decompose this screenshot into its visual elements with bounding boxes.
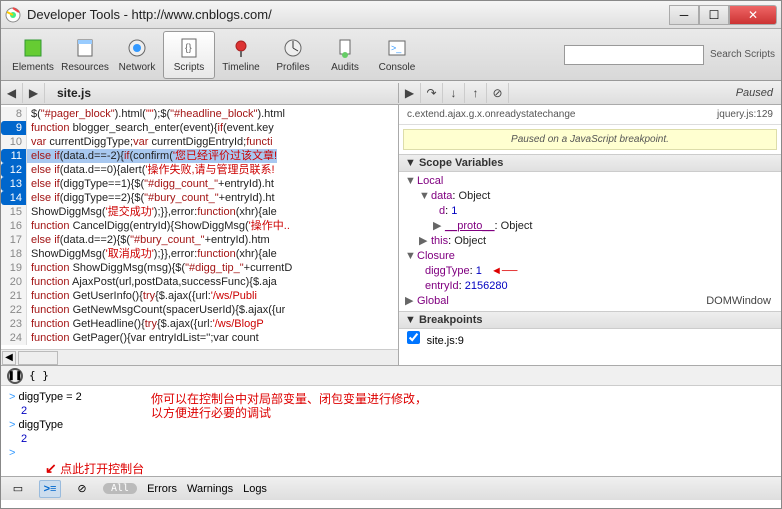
main-toolbar: Elements Resources Network {}Scripts Tim… (1, 29, 781, 81)
code-line[interactable]: 12else if(data.d==0){alert('操作失败,请与管理员联系… (1, 163, 398, 177)
code-line[interactable]: 10var currentDiggType;var currentDiggEnt… (1, 135, 398, 149)
show-console-button[interactable]: >≡ (39, 480, 61, 498)
code-line[interactable]: 22function GetNewMsgCount(spacerUserId){… (1, 303, 398, 317)
open-console-annotation: ↙ 点此打开控制台 (45, 461, 144, 476)
deactivate-breakpoints-button[interactable]: ⊘ (487, 83, 509, 103)
filter-all[interactable]: All (103, 483, 137, 494)
code-line[interactable]: 16function CancelDigg(entryId){ShowDiggM… (1, 219, 398, 233)
console-annotation: 你可以在控制台中对局部变量、闭包变量进行修改， 以方便进行必要的调试 (151, 392, 427, 420)
clear-button[interactable]: ⊘ (71, 480, 93, 498)
tab-resources[interactable]: Resources (59, 31, 111, 79)
scope-var-entryid[interactable]: entryId: 2156280 (399, 279, 781, 294)
scroll-left-icon[interactable]: ◀ (2, 351, 16, 365)
search-input[interactable] (564, 45, 704, 65)
code-line[interactable]: 18ShowDiggMsg('取消成功');}},error:function(… (1, 247, 398, 261)
filter-logs[interactable]: Logs (243, 483, 267, 495)
tab-profiles[interactable]: Profiles (267, 31, 319, 79)
scope-variables-header[interactable]: ▼ Scope Variables (399, 154, 781, 172)
paused-label: Paused (736, 87, 781, 99)
right-panel: c.extend.ajax.g.x.onreadystatechange jqu… (399, 105, 781, 365)
tab-scripts[interactable]: {}Scripts (163, 31, 215, 79)
code-line[interactable]: 20function AjaxPost(url,postData,success… (1, 275, 398, 289)
tab-elements[interactable]: Elements (7, 31, 59, 79)
code-line[interactable]: 8$("#pager_block").html("");$("#headline… (1, 107, 398, 121)
filter-errors[interactable]: Errors (147, 483, 177, 495)
maximize-button[interactable]: ☐ (699, 5, 729, 25)
step-into-button[interactable]: ↓ (443, 83, 465, 103)
tab-network[interactable]: Network (111, 31, 163, 79)
code-line[interactable]: 24function GetPager(){var entryIdList=''… (1, 331, 398, 345)
window-title: Developer Tools - http://www.cnblogs.com… (27, 7, 669, 22)
window-titlebar: Developer Tools - http://www.cnblogs.com… (1, 1, 781, 29)
nav-back-button[interactable]: ◀ (1, 83, 23, 103)
code-line[interactable]: 21function GetUserInfo(){try{$.ajax({url… (1, 289, 398, 303)
code-line[interactable]: 15ShowDiggMsg('提交成功');}},error:function(… (1, 205, 398, 219)
horizontal-scrollbar[interactable]: ◀ (1, 349, 398, 365)
scope-local[interactable]: ▼Local (399, 174, 781, 189)
scope-var-d[interactable]: d: 1 (399, 204, 781, 219)
dock-button[interactable]: ▭ (7, 480, 29, 498)
red-arrow-annotation: ◄── (488, 264, 518, 279)
code-line[interactable]: 9function blogger_search_enter(event){if… (1, 121, 398, 135)
source-subbar: ◀ ▶ site.js ▶ ↷ ↓ ↑ ⊘ Paused (1, 81, 781, 105)
nav-forward-button[interactable]: ▶ (23, 83, 45, 103)
call-stack-breadcrumb[interactable]: c.extend.ajax.g.x.onreadystatechange jqu… (399, 105, 781, 125)
braces-icon[interactable]: { } (29, 369, 49, 382)
filter-warnings[interactable]: Warnings (187, 483, 233, 495)
breakpoint-checkbox[interactable] (407, 331, 420, 344)
chrome-icon (5, 7, 21, 23)
minimize-button[interactable]: ─ (669, 5, 699, 25)
step-out-button[interactable]: ↑ (465, 83, 487, 103)
close-button[interactable]: ✕ (729, 5, 777, 25)
file-selector[interactable]: site.js (45, 86, 103, 100)
scope-var-data[interactable]: ▼data: Object (399, 189, 781, 204)
status-bar: ▭ >≡ ⊘ All Errors Warnings Logs (1, 476, 781, 500)
console-body[interactable]: > diggType = 2 2 > diggType 2 > 你可以在控制台中… (1, 386, 781, 476)
scroll-thumb[interactable] (18, 351, 58, 365)
code-line[interactable]: 11else if(data.d==-2){if(confirm('您已经评价过… (1, 149, 398, 163)
tab-console[interactable]: >_Console (371, 31, 423, 79)
code-line[interactable]: 14else if(diggType==2){$("#bury_count_"+… (1, 191, 398, 205)
code-line[interactable]: 23function GetHeadline(){try{$.ajax({url… (1, 317, 398, 331)
console-panel: ❚❚ { } > diggType = 2 2 > diggType 2 > 你… (1, 365, 781, 476)
tab-timeline[interactable]: Timeline (215, 31, 267, 79)
breakpoints-header[interactable]: ▼ Breakpoints (399, 311, 781, 329)
pause-reason: Paused on a JavaScript breakpoint. (403, 129, 777, 150)
search-hint: Search Scripts (710, 49, 775, 60)
scope-global[interactable]: ▶GlobalDOMWindow (399, 294, 781, 309)
pause-resume-button[interactable]: ▶ (399, 83, 421, 103)
tab-audits[interactable]: Audits (319, 31, 371, 79)
code-line[interactable]: 17else if(data.d==2){$("#bury_count_"+en… (1, 233, 398, 247)
scope-closure[interactable]: ▼Closure (399, 249, 781, 264)
code-line[interactable]: 19function ShowDiggMsg(msg){$("#digg_tip… (1, 261, 398, 275)
scope-var-this[interactable]: ▶this: Object (399, 234, 781, 249)
scope-var-diggtype[interactable]: diggType: 1 ◄── (399, 264, 781, 279)
svg-text:>_: >_ (391, 43, 402, 53)
source-code-pane[interactable]: 8$("#pager_block").html("");$("#headline… (1, 105, 399, 365)
svg-text:{}: {} (185, 43, 192, 54)
scope-var-proto[interactable]: ▶__proto__: Object (399, 219, 781, 234)
pause-icon[interactable]: ❚❚ (7, 368, 23, 384)
step-over-button[interactable]: ↷ (421, 83, 443, 103)
code-line[interactable]: 13else if(diggType==1){$("#digg_count_"+… (1, 177, 398, 191)
breakpoint-item[interactable]: site.js:9 (399, 329, 781, 349)
